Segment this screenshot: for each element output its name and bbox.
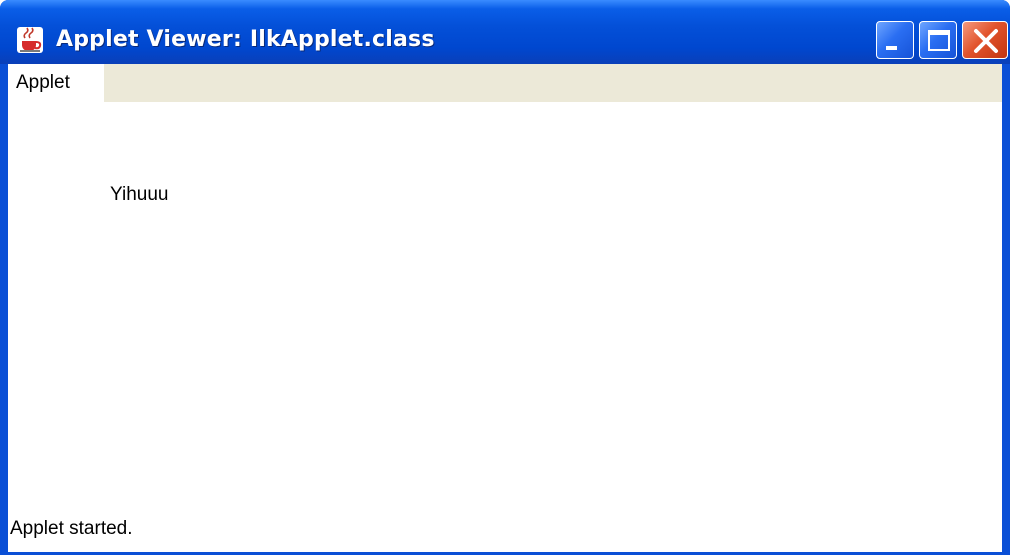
window-client-area: Applet Yihuuu Applet started. — [8, 64, 1002, 552]
java-coffee-cup-icon[interactable] — [16, 26, 44, 54]
applet-drawn-text: Yihuuu — [110, 184, 169, 205]
applet-viewer-window: Applet Viewer: IlkApplet.class Applet Yi… — [0, 0, 1010, 555]
menu-bar: Applet — [8, 64, 1002, 102]
window-title: Applet Viewer: IlkApplet.class — [56, 27, 435, 52]
menu-applet[interactable]: Applet — [8, 64, 104, 102]
minimize-icon — [886, 46, 897, 50]
minimize-button[interactable] — [876, 21, 914, 59]
close-icon — [974, 29, 998, 53]
status-bar: Applet started. — [8, 510, 1002, 550]
applet-canvas[interactable]: Yihuuu — [8, 102, 1002, 502]
close-button[interactable] — [962, 21, 1008, 59]
maximize-icon — [928, 30, 950, 51]
status-text: Applet started. — [10, 518, 133, 539]
title-bar[interactable]: Applet Viewer: IlkApplet.class — [0, 0, 1010, 64]
maximize-button[interactable] — [919, 21, 957, 59]
